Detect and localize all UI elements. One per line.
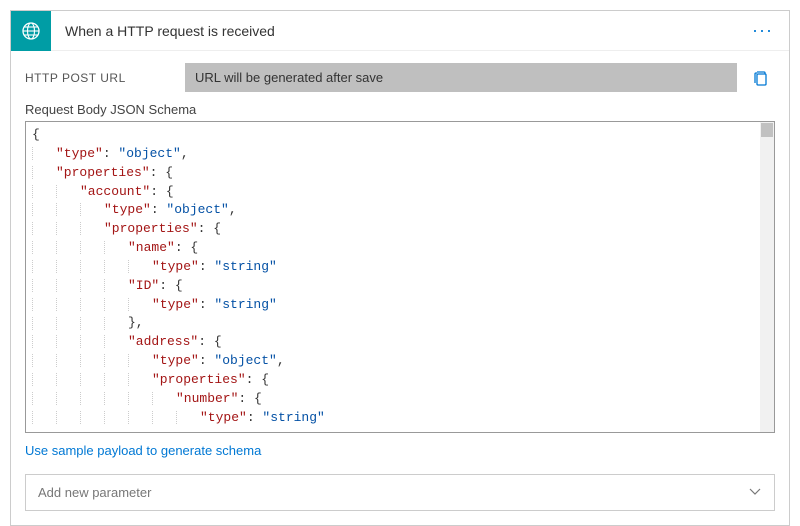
json-line: }, (32, 314, 768, 333)
card-body: HTTP POST URL Request Body JSON Schema {… (11, 51, 789, 525)
json-line: "properties": { (32, 371, 768, 390)
http-trigger-icon (11, 11, 51, 51)
json-line: "account": { (32, 183, 768, 202)
schema-label: Request Body JSON Schema (25, 102, 775, 117)
chevron-down-icon (748, 484, 762, 501)
add-parameter-dropdown[interactable]: Add new parameter (25, 474, 775, 511)
json-schema-editor[interactable]: {"type": "object","properties": {"accoun… (25, 121, 775, 433)
url-row: HTTP POST URL (25, 63, 775, 92)
json-line: "type": "string" (32, 296, 768, 315)
json-line: "type": "object", (32, 145, 768, 164)
json-line: "properties": { (32, 220, 768, 239)
json-line: "type": "object", (32, 201, 768, 220)
json-line: "ID": { (32, 277, 768, 296)
json-line: "type": "string" (32, 258, 768, 277)
json-line: "type": "object", (32, 352, 768, 371)
json-line: "name": { (32, 239, 768, 258)
json-line: "properties": { (32, 164, 768, 183)
json-line: "address": { (32, 333, 768, 352)
copy-icon (752, 69, 770, 87)
card-menu-button[interactable]: ··· (736, 20, 789, 41)
json-line: "type": "string" (32, 409, 768, 428)
http-trigger-card: When a HTTP request is received ··· HTTP… (10, 10, 790, 526)
card-title: When a HTTP request is received (51, 23, 736, 39)
json-line: "number": { (32, 390, 768, 409)
http-post-url-field (185, 63, 737, 92)
url-label: HTTP POST URL (25, 71, 175, 85)
card-header: When a HTTP request is received ··· (11, 11, 789, 51)
add-parameter-placeholder: Add new parameter (38, 485, 151, 500)
use-sample-payload-link[interactable]: Use sample payload to generate schema (25, 443, 261, 458)
json-line: { (32, 126, 768, 145)
copy-url-button[interactable] (747, 64, 775, 92)
